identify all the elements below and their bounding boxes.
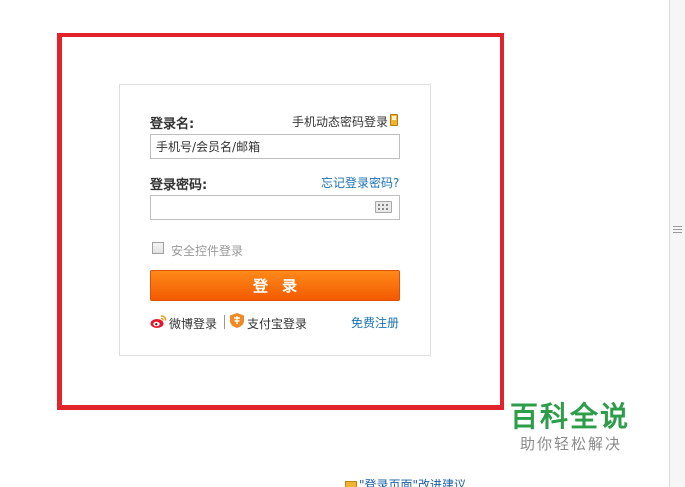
vertical-scrollbar[interactable] <box>669 0 685 487</box>
scroll-grip-icon[interactable] <box>673 226 682 234</box>
alipay-icon[interactable] <box>230 313 244 328</box>
keyboard-icon[interactable] <box>375 201 392 213</box>
social-divider <box>224 315 225 329</box>
mobile-phone-icon[interactable] <box>390 114 398 126</box>
username-input[interactable] <box>150 134 400 159</box>
weibo-login-link[interactable]: 微博登录 <box>169 315 217 332</box>
feedback-link[interactable]: "登录页面"改进建议 <box>345 476 466 487</box>
weibo-icon[interactable] <box>150 314 167 329</box>
security-control-label[interactable]: 安全控件登录 <box>171 242 243 259</box>
alipay-login-link[interactable]: 支付宝登录 <box>247 315 307 332</box>
feedback-text[interactable]: "登录页面"改进建议 <box>359 478 466 487</box>
register-link[interactable]: 免费注册 <box>351 314 399 331</box>
watermark-subtitle: 助你轻松解决 <box>520 435 623 453</box>
watermark-title: 百科全说 <box>510 400 631 433</box>
sms-login-link[interactable]: 手机动态密码登录 <box>292 113 388 130</box>
forgot-password-link[interactable]: 忘记登录密码? <box>321 174 399 191</box>
security-control-checkbox[interactable] <box>152 242 164 254</box>
password-label: 登录密码: <box>150 178 208 193</box>
username-label: 登录名: <box>150 117 195 132</box>
password-input[interactable] <box>150 195 400 220</box>
login-button[interactable]: 登录 <box>150 270 400 301</box>
feedback-icon <box>345 480 357 487</box>
